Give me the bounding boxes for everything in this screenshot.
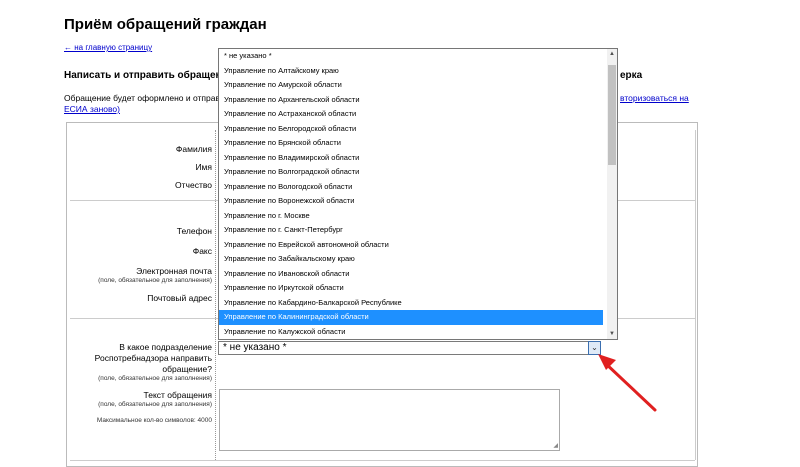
form-column-divider — [215, 130, 216, 460]
description: Обращение будет оформлено и отправ ЕСИА … — [64, 93, 224, 115]
dropdown-option[interactable]: Управление по Калининградской области — [219, 310, 603, 325]
description-right: вторизоваться на — [620, 93, 689, 103]
dropdown-option[interactable]: Управление по Волгоградской области — [219, 165, 603, 180]
email-label: Электронная почта — [136, 266, 212, 276]
text-label: Текст обращения — [143, 390, 212, 400]
scroll-up-icon[interactable]: ▲ — [607, 49, 617, 59]
fax-label: Факс — [192, 246, 212, 256]
arrow-head — [598, 354, 616, 370]
dropdown-option[interactable]: Управление по Вологодской области — [219, 180, 603, 195]
esia-login-link[interactable]: вторизоваться на — [620, 93, 689, 103]
arrow-shaft — [602, 360, 657, 412]
dropdown-option[interactable]: Управление по Ивановской области — [219, 267, 603, 282]
back-to-home-link[interactable]: ← на главную страницу — [64, 43, 152, 52]
department-label-3: обращение? — [162, 364, 212, 374]
scrollbar-thumb[interactable] — [608, 65, 616, 165]
email-required-note: (поле, обязательное для заполнения) — [98, 277, 212, 284]
back-link-wrapper: ← на главную страницу — [64, 43, 152, 52]
section-title-fragment: ерка — [620, 70, 643, 81]
form-separator — [70, 460, 695, 461]
department-select[interactable]: * не указано * — [218, 341, 601, 355]
dropdown-option[interactable]: Управление по Еврейской автономной облас… — [219, 238, 603, 253]
dropdown-option[interactable]: Управление по Алтайскому краю — [219, 64, 603, 79]
dropdown-option[interactable]: Управление по г. Санкт-Петербург — [219, 223, 603, 238]
dropdown-scrollbar[interactable]: ▲ ▼ — [607, 49, 617, 339]
dropdown-option[interactable]: Управление по Архангельской области — [219, 93, 603, 108]
dropdown-option[interactable]: Управление по Калужской области — [219, 325, 603, 340]
department-required-note: (поле, обязательное для заполнения) — [98, 375, 212, 382]
surname-label: Фамилия — [175, 144, 212, 154]
dropdown-items: * не указано * Управление по Алтайскому к… — [219, 49, 617, 339]
address-label: Почтовый адрес — [147, 293, 212, 303]
patronymic-label: Отчество — [175, 180, 212, 190]
esia-relogin-link[interactable]: ЕСИА заново) — [64, 104, 120, 114]
dropdown-option[interactable]: Управление по Владимирской области — [219, 151, 603, 166]
dropdown-option[interactable]: Управление по Брянской области — [219, 136, 603, 151]
form-right-border — [695, 130, 696, 460]
department-label-1: В какое подразделение — [119, 342, 212, 352]
section-title: Написать и отправить обращение — [64, 70, 234, 81]
dropdown-option[interactable]: Управление по Кабардино-Балкарской Респу… — [219, 296, 603, 311]
department-label-2: Роспотребнадзора направить — [94, 353, 212, 363]
resize-grip-icon[interactable]: ◢ — [553, 442, 558, 449]
max-chars-note: Максимальное кол-во символов: 4000 — [96, 417, 212, 424]
name-label: Имя — [195, 162, 212, 172]
dropdown-option[interactable]: Управление по Иркутской области — [219, 281, 603, 296]
description-line1: Обращение будет оформлено и отправ — [64, 93, 221, 103]
scroll-down-icon[interactable]: ▼ — [607, 329, 617, 339]
annotation-arrow-icon — [598, 354, 657, 412]
dropdown-option[interactable]: Управление по Забайкальскому краю — [219, 252, 603, 267]
message-textarea[interactable]: ◢ — [219, 389, 560, 451]
dropdown-option[interactable]: Управление по Белгородской области — [219, 122, 603, 137]
dropdown-option[interactable]: Управление по Воронежской области — [219, 194, 603, 209]
dropdown-option[interactable]: Управление по Амурской области — [219, 78, 603, 93]
text-required-note: (поле, обязательное для заполнения) — [98, 401, 212, 408]
department-dropdown-list[interactable]: * не указано * Управление по Алтайскому к… — [218, 48, 618, 340]
dropdown-option[interactable]: Управление по г. Москве — [219, 209, 603, 224]
dropdown-option[interactable]: Управление по Астраханской области — [219, 107, 603, 122]
page-title: Приём обращений граждан — [64, 16, 267, 33]
phone-label: Телефон — [176, 226, 212, 236]
dropdown-option[interactable]: * не указано * — [219, 49, 603, 64]
